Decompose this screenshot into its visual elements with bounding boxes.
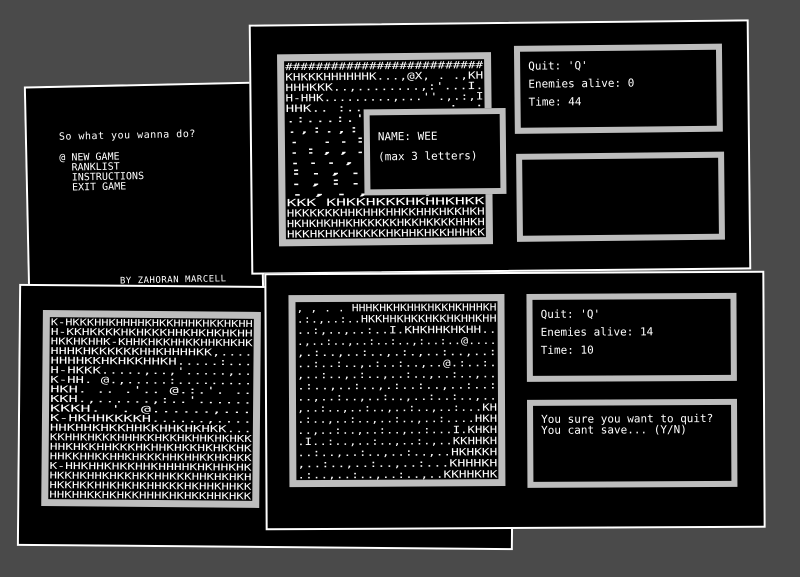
game-map-frame: , , . . HHHKHKHKHHKHKKHKHHHKH .:.,..:..HK… bbox=[288, 294, 506, 488]
name-entry-dialog[interactable]: NAME: WEE (max 3 letters) bbox=[363, 107, 507, 196]
time-counter: Time: 10 bbox=[540, 343, 594, 357]
message-text bbox=[530, 164, 710, 166]
map-row: HKKHKHKKHKKKKHKHHKHKKHHHKK bbox=[287, 228, 485, 240]
quit-hint: Quit: 'Q' bbox=[528, 59, 588, 73]
quit-confirm-message[interactable]: You sure you want to quit? You cant save… bbox=[541, 412, 723, 437]
map-row: .:.,..:..HKKHHKHKKHKKHKHHKHH bbox=[297, 314, 497, 326]
map-row: ,..:..,..:..,..:..,..:...KH bbox=[297, 403, 497, 415]
enemies-counter: Enemies alive: 14 bbox=[540, 325, 654, 339]
map-row: ..:..:..,.:..:..,..@.:..:. bbox=[297, 358, 497, 370]
map-row: ..:,..,..:..I.KHKHHKHKHH.. bbox=[297, 325, 497, 337]
enemies-counter: Enemies alive: 0 bbox=[528, 76, 635, 91]
game-screen-quit-confirm: , , . . HHHKHKHKHHKHKKHKHHHKH .:.,..:..HK… bbox=[264, 270, 766, 531]
status-panel: Quit: 'Q' Enemies alive: 0 Time: 44 bbox=[513, 43, 723, 134]
map-row: .I..:..,..:..,..:.,..KKHHKH bbox=[297, 436, 497, 448]
message-panel: You sure you want to quit? You cant save… bbox=[526, 398, 738, 488]
map-row: ..:..,..:..,..:..,..HKHKKH bbox=[297, 447, 497, 459]
game-screen-name-entry: ########################## KHKKKHHHHHHK..… bbox=[248, 19, 752, 275]
map-row: ,..:..,.:..,..:..,..:..,.. bbox=[297, 369, 497, 381]
status-panel: Quit: 'Q' Enemies alive: 14 Time: 10 bbox=[526, 292, 737, 382]
menu-item-exit-game[interactable]: EXIT GAME bbox=[60, 181, 144, 194]
map-row: ..,..:..,..:..,..:..:..,.. bbox=[297, 392, 497, 404]
map-row: .,..:..,..:..:..,:..:..@.... bbox=[297, 336, 497, 348]
map-row: , , . . HHHKHKHKHHKHKKHKHHHKH bbox=[296, 303, 496, 315]
map-row: .:..,..:..,..:..,..:....HKH bbox=[297, 414, 497, 426]
map-row: ,..:..,..:..,..:...KHHHKH bbox=[297, 458, 497, 470]
game-map: K-HKKKHHKHHHHKHKKHHHKHKKHKHHH-KKHKKKKHKH… bbox=[49, 317, 253, 501]
map-row: .:..,..:..,.:..:..,..:..: bbox=[297, 380, 497, 392]
quit-hint: Quit: 'Q' bbox=[540, 307, 601, 321]
menu-list: @ NEW GAME RANKLIST INSTRUCTIONS EXIT GA… bbox=[59, 152, 144, 194]
menu-prompt: So what you wanna do? bbox=[58, 128, 196, 143]
name-entry-hint: (max 3 letters) bbox=[378, 149, 478, 164]
map-row: HHKHHKKHKHKKHHHKHKHKKHHKHKK bbox=[49, 490, 251, 501]
main-menu-screen: So what you wanna do? @ NEW GAME RANKLIS… bbox=[23, 81, 265, 297]
name-entry-field[interactable]: NAME: WEE bbox=[378, 126, 492, 147]
map-row: ..,..:..,..:..,..:...I.KHKH bbox=[297, 425, 497, 437]
game-map-frame: K-HKKKHHKHHHHKHKKHHHKHKKHKHH H-KKHKKKKHKH… bbox=[41, 310, 261, 508]
map-row: ,.:..,..:..,.:.,..:..,..: bbox=[297, 347, 497, 359]
time-counter: Time: 44 bbox=[528, 95, 582, 109]
message-panel bbox=[516, 151, 725, 242]
map-row: .:..,..:..,..:..,..KKHHKHK bbox=[297, 469, 497, 480]
game-map: , , . . HHHKHKHKHHKHKKHKHHHKH.:.,..:..HK… bbox=[296, 303, 497, 481]
